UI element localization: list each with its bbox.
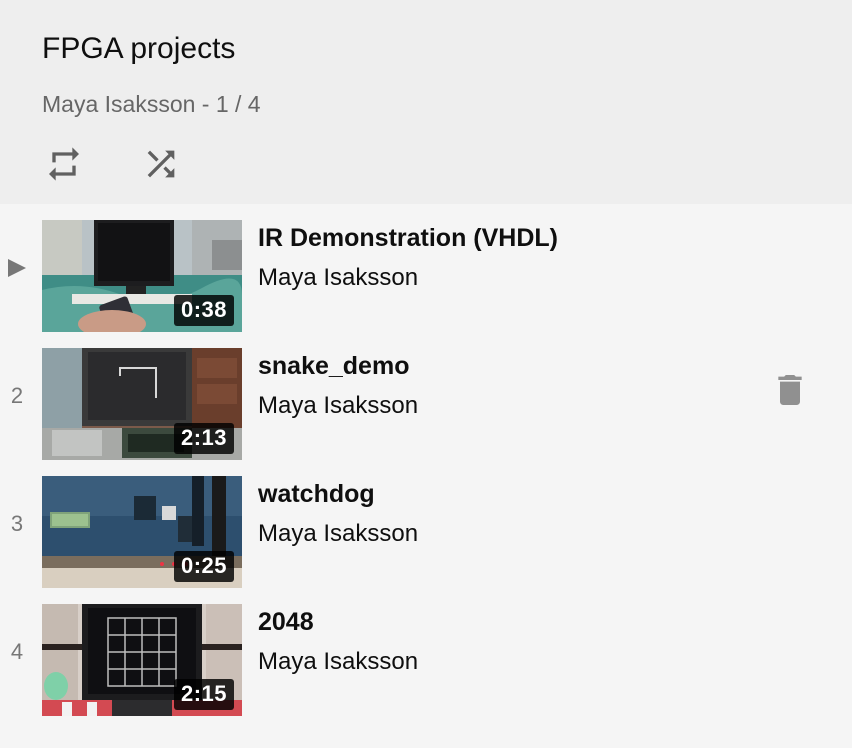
video-channel[interactable]: Maya Isaksson (258, 264, 418, 292)
video-thumbnail[interactable]: 0:38 (42, 220, 242, 332)
repeat-icon (49, 147, 79, 181)
now-playing-indicator (0, 204, 34, 332)
video-channel[interactable]: Maya Isaksson (258, 648, 418, 676)
playlist-title[interactable]: FPGA projects (42, 32, 235, 66)
playlist-subtitle: Maya Isaksson - 1 / 4 (42, 91, 261, 117)
video-title[interactable]: snake_demo (258, 352, 409, 381)
video-duration: 0:25 (173, 551, 234, 582)
video-title[interactable]: watchdog (258, 480, 375, 509)
shuffle-icon (147, 150, 175, 178)
video-channel[interactable]: Maya Isaksson (258, 392, 418, 420)
video-thumbnail[interactable]: 0:25 (42, 476, 242, 588)
video-thumbnail[interactable]: 2:15 (42, 604, 242, 716)
video-title[interactable]: 2048 (258, 608, 314, 637)
playlist-item[interactable]: 3 0:25 watchdog Maya Isaksson (0, 460, 852, 588)
playlist-item[interactable]: 0:38 IR Demonstration (VHDL) Maya Isakss… (0, 204, 852, 332)
playlist-header: FPGA projects Maya Isaksson - 1 / 4 (0, 0, 852, 204)
playlist-item[interactable]: 4 2:15 2048 Maya Isaksson (0, 588, 852, 716)
playlist-panel: FPGA projects Maya Isaksson - 1 / 4 0:38… (0, 0, 852, 748)
item-index: 2 (10, 383, 24, 408)
repeat-button[interactable] (44, 144, 84, 184)
video-duration: 0:38 (173, 295, 234, 326)
play-arrow-icon (8, 259, 26, 277)
item-index: 4 (10, 639, 24, 664)
video-channel[interactable]: Maya Isaksson (258, 520, 418, 548)
video-thumbnail[interactable]: 2:13 (42, 348, 242, 460)
trash-icon (778, 375, 802, 405)
remove-from-playlist-button[interactable] (770, 370, 810, 410)
shuffle-button[interactable] (141, 144, 181, 184)
video-duration: 2:13 (173, 423, 234, 454)
video-title[interactable]: IR Demonstration (VHDL) (258, 224, 558, 253)
video-duration: 2:15 (173, 679, 234, 710)
item-index: 3 (10, 511, 24, 536)
playlist-item[interactable]: 2 2:13 snake_demo Maya Isaksson (0, 332, 852, 460)
